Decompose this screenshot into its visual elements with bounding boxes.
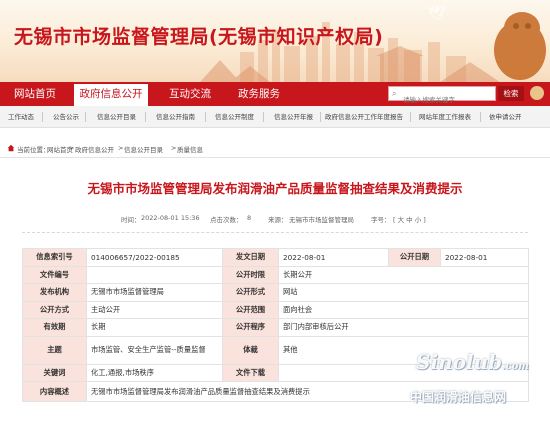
nav-gov-services[interactable]: 政务服务 bbox=[238, 82, 280, 106]
time-label: 时间： bbox=[121, 216, 141, 224]
cell-label: 公开范围 bbox=[222, 300, 279, 319]
table-row: 文件编号 公开时限 长期公开 bbox=[22, 265, 529, 284]
nav-gov-info[interactable]: 政府信息公开 bbox=[74, 82, 148, 106]
cell-value: 长期 bbox=[86, 318, 223, 337]
cell-label: 公开形式 bbox=[222, 283, 279, 302]
source-value: 无锡市市场监督管理局 bbox=[289, 216, 354, 224]
article-title: 无锡市市场监管管理局发布润滑油产品质量监督抽查结果及消费提示 bbox=[87, 181, 463, 196]
cell-label: 主题 bbox=[22, 335, 87, 365]
nav-interaction[interactable]: 互动交流 bbox=[169, 82, 211, 106]
cell-value: 014006657/2022-00185 bbox=[86, 248, 223, 267]
article-meta: 时间： 2022-08-01 15:36 点击次数： 8 来源： 无锡市市场监督… bbox=[0, 214, 550, 226]
cell-label: 公开程序 bbox=[222, 318, 279, 337]
dove-icon: 🕊 bbox=[428, 6, 446, 22]
divider bbox=[22, 232, 528, 233]
cell-value: 无锡市市场监督管理局 bbox=[86, 283, 223, 302]
search-input[interactable] bbox=[389, 93, 495, 107]
cell-label: 有效期 bbox=[22, 318, 87, 337]
search-button[interactable]: 检索 bbox=[498, 86, 524, 101]
table-row: 信息索引号 014006657/2022-00185 发文日期 2022-08-… bbox=[22, 248, 529, 267]
cell-label: 关键词 bbox=[22, 363, 87, 382]
search-box: ⌕ bbox=[388, 86, 496, 107]
divider bbox=[480, 112, 481, 122]
breadcrumb-sep: > bbox=[69, 144, 75, 152]
watermark-domain: .com bbox=[502, 361, 529, 372]
subnav-info-annual[interactable]: 信息公开年报 bbox=[274, 106, 313, 128]
nav-home[interactable]: 网站首页 bbox=[14, 82, 56, 106]
table-row: 公开方式 主动公开 公开范围 面向社会 bbox=[22, 300, 529, 319]
cell-label: 发文日期 bbox=[222, 248, 279, 267]
subnav-annual-report[interactable]: 政府信息公开工作年度报告 bbox=[325, 106, 403, 128]
divider bbox=[0, 157, 550, 158]
subnav-apply-disclosure[interactable]: 依申请公开 bbox=[489, 106, 522, 128]
divider bbox=[85, 112, 86, 122]
cell-label: 公开时限 bbox=[222, 265, 279, 284]
fontsize-switcher[interactable]: [ 大 中 小 ] bbox=[393, 214, 426, 224]
search-icon: ⌕ bbox=[392, 89, 397, 98]
cell-label: 文件编号 bbox=[22, 265, 87, 284]
lion-statue bbox=[530, 86, 544, 100]
breadcrumb-prefix: 当前位置： bbox=[17, 146, 50, 154]
cell-label: 公开方式 bbox=[22, 300, 87, 319]
cell-value: 网站 bbox=[278, 283, 529, 302]
cell-value: 长期公开 bbox=[278, 265, 529, 284]
cell-value: 化工,通报,市场秩序 bbox=[86, 363, 223, 382]
breadcrumb-link[interactable]: 政府信息公开 bbox=[75, 144, 114, 154]
divider bbox=[42, 112, 43, 122]
divider bbox=[320, 112, 321, 122]
watermark-text: 中国润滑油信息网 bbox=[410, 390, 507, 404]
cell-label: 文件下载 bbox=[222, 363, 279, 382]
divider bbox=[410, 112, 411, 122]
breadcrumb-link[interactable]: 信息公开目录 bbox=[124, 144, 163, 154]
subnav-work-news[interactable]: 工作动态 bbox=[8, 106, 34, 128]
breadcrumb-link[interactable]: 质量信息 bbox=[177, 144, 203, 154]
sub-nav: 工作动态 公告公示 信息公开目录 信息公开指南 信息公开制度 信息公开年报 政府… bbox=[0, 106, 550, 128]
subnav-info-system[interactable]: 信息公开制度 bbox=[215, 106, 254, 128]
table-row: 有效期 长期 公开程序 部门内部审核后公开 bbox=[22, 318, 529, 337]
divider bbox=[205, 112, 206, 122]
publish-time: 2022-08-01 15:36 bbox=[141, 214, 200, 222]
subnav-info-catalog[interactable]: 信息公开目录 bbox=[97, 106, 136, 128]
fontsize-label: 字号： bbox=[371, 216, 391, 224]
cell-label: 公开日期 bbox=[388, 248, 441, 267]
cell-value: 主动公开 bbox=[86, 300, 223, 319]
cell-value: 面向社会 bbox=[278, 300, 529, 319]
table-row: 发布机构 无锡市市场监督管理局 公开形式 网站 bbox=[22, 283, 529, 302]
subnav-info-guide[interactable]: 信息公开指南 bbox=[156, 106, 195, 128]
cell-value bbox=[86, 265, 223, 284]
views-count: 8 bbox=[247, 214, 252, 222]
cell-value: 2022-08-01 bbox=[440, 248, 529, 267]
cell-value: 2022-08-01 bbox=[278, 248, 389, 267]
cell-label: 内容概述 bbox=[22, 381, 87, 402]
watermark-logo: Sinolub.com bbox=[416, 350, 529, 374]
home-icon bbox=[7, 144, 15, 152]
divider bbox=[145, 112, 146, 122]
views-label: 点击次数： bbox=[210, 216, 243, 224]
watermark-logo-text: Sinolub bbox=[416, 350, 503, 374]
breadcrumb-sep: > bbox=[118, 144, 124, 152]
cell-label: 体裁 bbox=[222, 335, 279, 365]
header-banner: 无锡市市场监督管理局(无锡市知识产权局) 🕊 bbox=[0, 0, 550, 82]
cell-label: 发布机构 bbox=[22, 283, 87, 302]
watermark: Sinolub.com 中国润滑油信息网 bbox=[410, 350, 550, 410]
divider bbox=[263, 112, 264, 122]
cell-value: 部门内部审核后公开 bbox=[278, 318, 529, 337]
source-label: 来源： bbox=[268, 216, 288, 224]
site-title: 无锡市市场监督管理局(无锡市知识产权局) bbox=[14, 26, 384, 48]
cell-label: 信息索引号 bbox=[22, 248, 87, 267]
subnav-site-report[interactable]: 网站年度工作报表 bbox=[419, 106, 471, 128]
breadcrumb-sep: > bbox=[171, 144, 177, 152]
cell-value: 市场监管、安全生产监管--质量监督 bbox=[86, 335, 223, 365]
subnav-notices[interactable]: 公告公示 bbox=[53, 106, 79, 128]
breadcrumb: 当前位置： 网站首页 > 政府信息公开 > 信息公开目录 > 质量信息 bbox=[0, 140, 550, 156]
